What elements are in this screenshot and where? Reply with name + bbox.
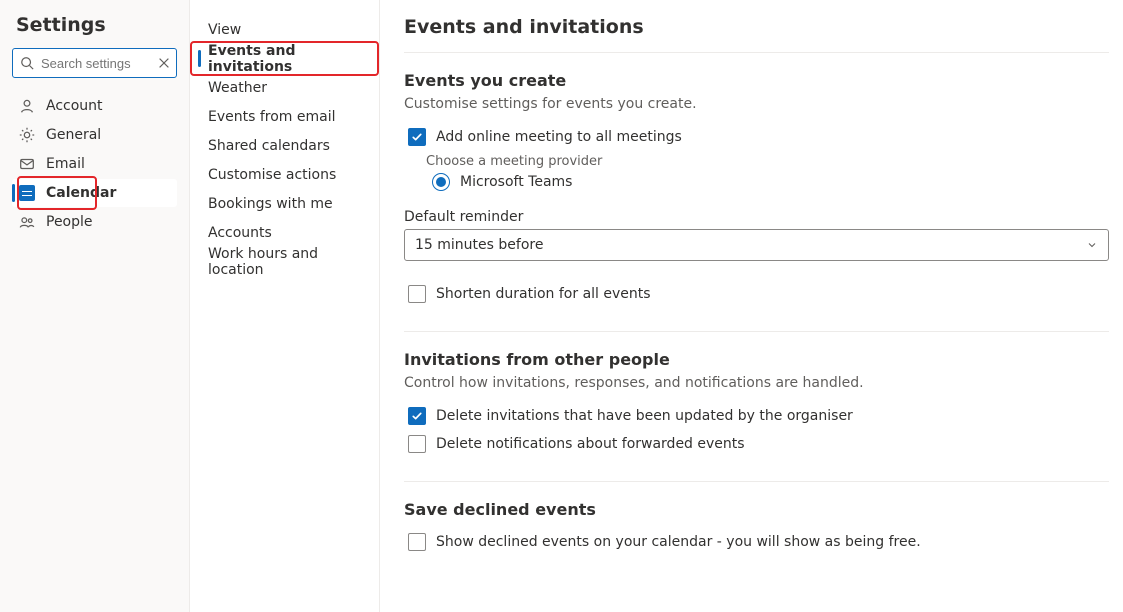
nav-item-label: General: [46, 127, 101, 143]
search-input[interactable]: [12, 48, 177, 78]
mail-icon: [18, 155, 36, 173]
calendar-icon: [18, 184, 36, 202]
checkbox-label: Add online meeting to all meetings: [436, 129, 682, 145]
choose-provider-label: Choose a meeting provider: [426, 154, 1109, 169]
section-invitations-from-others: Invitations from other people Control ho…: [404, 332, 1109, 482]
nav-item-general[interactable]: General: [12, 121, 177, 149]
row-shorten-duration: Shorten duration for all events: [404, 285, 1109, 303]
row-delete-updated-invitations: Delete invitations that have been update…: [404, 407, 1109, 425]
subnav-list: View Events and invitations Weather Even…: [194, 15, 375, 276]
row-provider-teams: Microsoft Teams: [432, 173, 1109, 191]
subnav-item-label: Bookings with me: [208, 196, 333, 212]
radio-provider-teams[interactable]: [432, 173, 450, 191]
checkbox-delete-forwarded-notifications[interactable]: [408, 435, 426, 453]
select-value: 15 minutes before: [415, 237, 543, 253]
subnav-item-label: Weather: [208, 80, 267, 96]
checkbox-add-online-meeting[interactable]: [408, 128, 426, 146]
settings-subnav: View Events and invitations Weather Even…: [190, 0, 380, 612]
subnav-item-label: Accounts: [208, 225, 272, 241]
radio-label: Microsoft Teams: [460, 174, 572, 190]
subnav-item-work-hours-location[interactable]: Work hours and location: [194, 247, 375, 276]
subnav-item-label: Customise actions: [208, 167, 336, 183]
nav-item-people[interactable]: People: [12, 208, 177, 236]
section-desc: Customise settings for events you create…: [404, 96, 1109, 112]
row-show-declined-events: Show declined events on your calendar - …: [404, 533, 1109, 551]
subnav-item-bookings-with-me[interactable]: Bookings with me: [194, 189, 375, 218]
subnav-item-events-invitations[interactable]: Events and invitations: [194, 44, 375, 73]
search-wrap: [12, 48, 177, 78]
subnav-item-label: View: [208, 22, 241, 38]
subnav-item-customise-actions[interactable]: Customise actions: [194, 160, 375, 189]
clear-icon[interactable]: [157, 56, 171, 70]
checkbox-delete-updated-invitations[interactable]: [408, 407, 426, 425]
subnav-item-label: Shared calendars: [208, 138, 330, 154]
default-reminder-label: Default reminder: [404, 209, 1109, 225]
row-add-online-meeting: Add online meeting to all meetings: [404, 128, 1109, 146]
section-save-declined-events: Save declined events Show declined event…: [404, 482, 1109, 579]
checkbox-label: Delete invitations that have been update…: [436, 408, 853, 424]
nav-item-account[interactable]: Account: [12, 92, 177, 120]
nav-list: Account General Email Cal: [8, 92, 181, 237]
checkbox-label: Show declined events on your calendar - …: [436, 534, 921, 550]
nav-item-email[interactable]: Email: [12, 150, 177, 178]
chevron-down-icon: [1086, 239, 1098, 251]
gear-icon: [18, 126, 36, 144]
people-icon: [18, 213, 36, 231]
checkbox-label: Shorten duration for all events: [436, 286, 651, 302]
subnav-item-label: Events from email: [208, 109, 336, 125]
subnav-item-view[interactable]: View: [194, 15, 375, 44]
section-desc: Control how invitations, responses, and …: [404, 375, 1109, 391]
subnav-item-weather[interactable]: Weather: [194, 73, 375, 102]
checkbox-label: Delete notifications about forwarded eve…: [436, 436, 745, 452]
subnav-item-accounts[interactable]: Accounts: [194, 218, 375, 247]
section-heading: Save declined events: [404, 500, 1109, 519]
nav-item-label: Account: [46, 98, 103, 114]
nav-item-label: Calendar: [46, 185, 116, 201]
default-reminder-select[interactable]: 15 minutes before: [404, 229, 1109, 261]
provider-block: Choose a meeting provider Microsoft Team…: [426, 154, 1109, 191]
section-events-you-create: Events you create Customise settings for…: [404, 53, 1109, 332]
checkbox-show-declined-events[interactable]: [408, 533, 426, 551]
person-icon: [18, 97, 36, 115]
subnav-item-events-from-email[interactable]: Events from email: [194, 102, 375, 131]
section-heading: Invitations from other people: [404, 350, 1109, 369]
page-title: Events and invitations: [404, 16, 1109, 53]
settings-sidebar: Settings Account: [0, 0, 190, 612]
row-delete-forwarded-notifications: Delete notifications about forwarded eve…: [404, 435, 1109, 453]
subnav-item-shared-calendars[interactable]: Shared calendars: [194, 131, 375, 160]
settings-title: Settings: [8, 14, 181, 48]
subnav-item-label: Events and invitations: [208, 43, 361, 75]
checkbox-shorten-duration[interactable]: [408, 285, 426, 303]
nav-item-calendar[interactable]: Calendar: [12, 179, 177, 207]
nav-item-label: Email: [46, 156, 85, 172]
main-content: Events and invitations Events you create…: [380, 0, 1123, 612]
nav-item-label: People: [46, 214, 93, 230]
search-icon: [20, 56, 34, 70]
subnav-item-label: Work hours and location: [208, 246, 361, 278]
section-heading: Events you create: [404, 71, 1109, 90]
